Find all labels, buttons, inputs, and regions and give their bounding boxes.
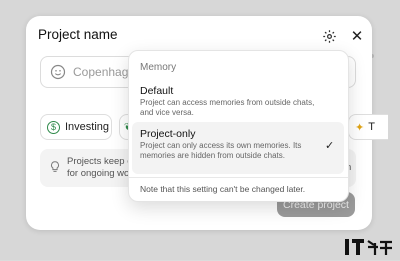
memory-note: Note that this setting can't be changed … xyxy=(140,184,306,194)
star-icon: ✦ xyxy=(355,121,365,134)
chip-label: T xyxy=(368,121,375,133)
option-description: Project can only access its own memories… xyxy=(140,141,302,160)
close-icon[interactable]: ✕ xyxy=(348,25,366,47)
info-text-line1: Projects keep ch xyxy=(67,156,138,167)
memory-option-project-only[interactable]: Project-only Project can only access its… xyxy=(132,122,344,174)
memory-option-default[interactable]: Default Project can access memories from… xyxy=(132,79,344,117)
menu-divider xyxy=(129,177,348,178)
memory-dropdown: Memory Default Project can access memori… xyxy=(128,50,349,202)
lightbulb-icon xyxy=(51,161,59,172)
option-label: Default xyxy=(140,85,174,97)
info-text-line2: for ongoing work xyxy=(67,168,138,179)
option-label: Project-only xyxy=(140,128,196,140)
chip-investing[interactable]: $ Investing xyxy=(40,114,112,140)
gear-icon[interactable] xyxy=(318,25,340,47)
checkmark-icon: ✓ xyxy=(325,140,335,152)
dialog-title: Project name xyxy=(38,27,118,42)
dollar-circle-icon: $ xyxy=(47,120,60,134)
chip-label: Investing xyxy=(65,121,110,133)
chip-third[interactable]: ✦ T xyxy=(348,114,388,140)
option-description: Project can access memories from outside… xyxy=(140,98,315,117)
watermark-logo xyxy=(344,238,394,256)
memory-header: Memory xyxy=(140,62,177,73)
smiley-icon[interactable] xyxy=(50,64,66,80)
